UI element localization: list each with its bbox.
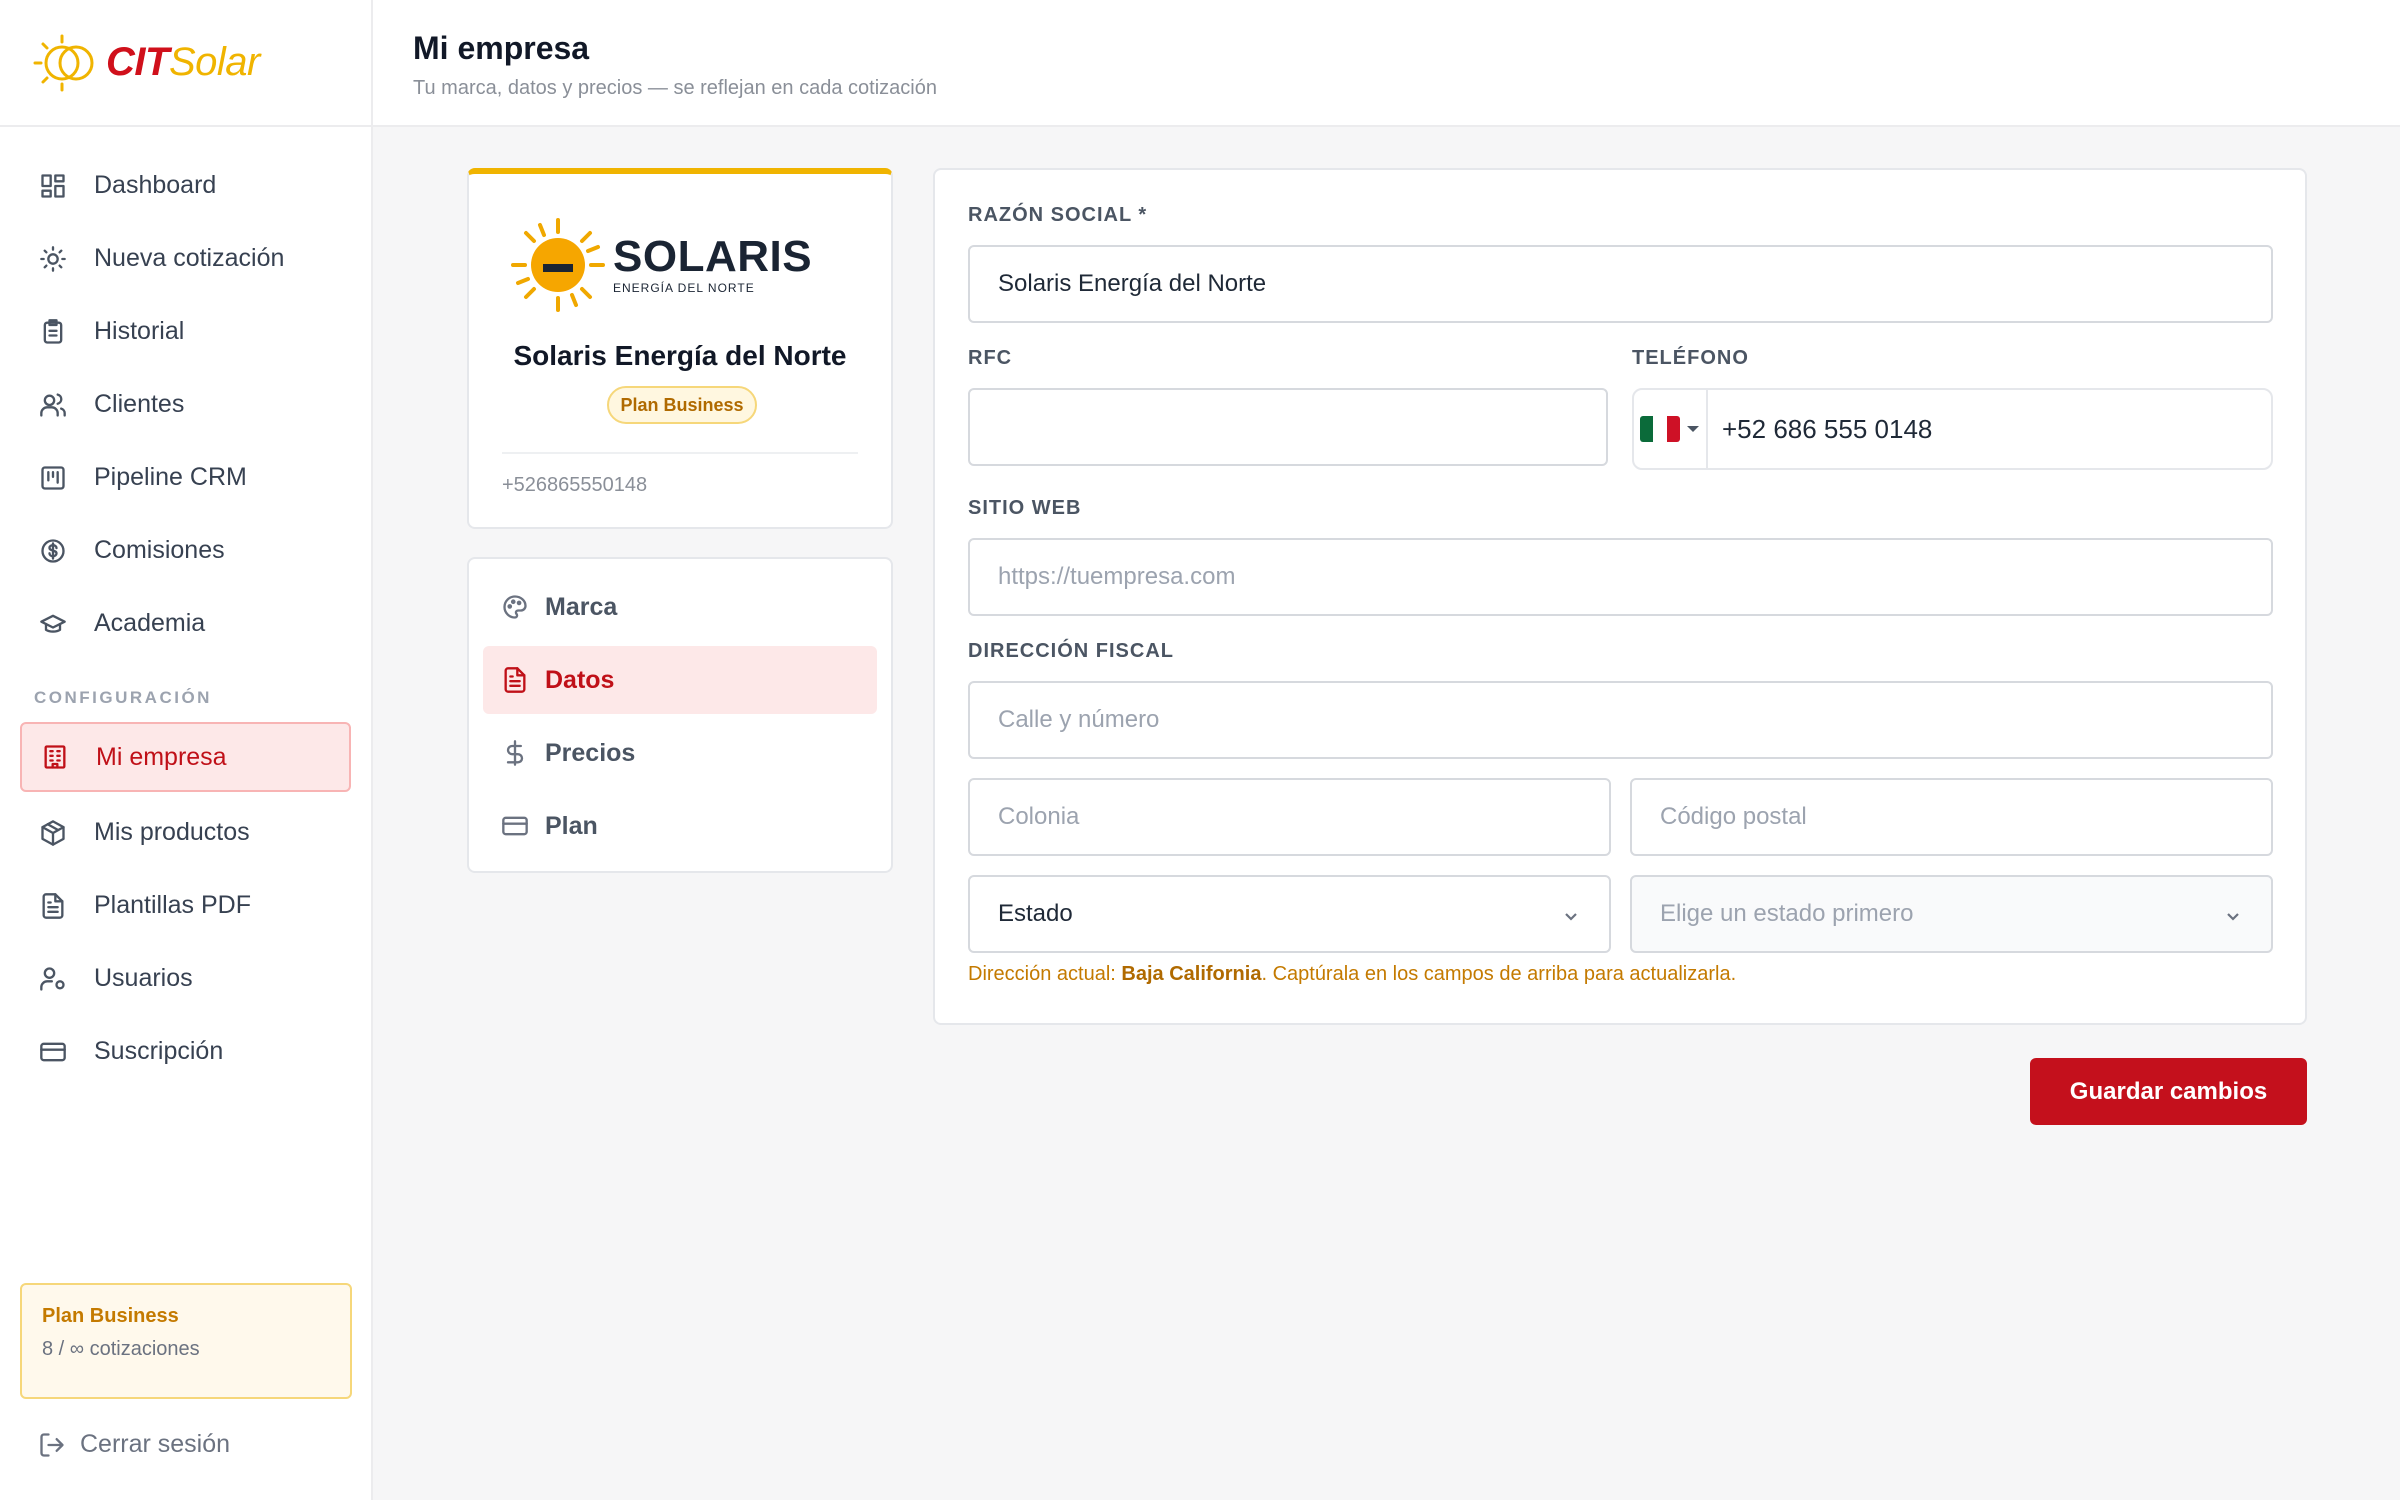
sidebar-item-label: Usuarios	[94, 964, 193, 992]
sidebar-item-label: Mi empresa	[96, 742, 227, 771]
document-icon	[504, 667, 526, 693]
sitio-web-label: SITIO WEB	[968, 497, 1082, 519]
sidebar-item-label: Plantillas PDF	[94, 891, 251, 919]
sidebar-item-comisiones[interactable]: Comisiones	[0, 514, 371, 587]
dollar-icon	[506, 740, 524, 766]
sidebar-item-label: Mis productos	[94, 818, 250, 846]
mexico-flag-icon	[1640, 416, 1680, 442]
current-address-note: Dirección actual: Baja California. Captú…	[968, 963, 1737, 985]
dashboard-icon	[38, 171, 68, 201]
country-selector[interactable]	[1634, 390, 1708, 468]
company-logo[interactable]: SOLARIS ENERGÍA DEL NORTE	[509, 216, 812, 314]
sidebar-item-label: Pipeline CRM	[94, 463, 247, 491]
municipio-select-placeholder: Elige un estado primero	[1660, 900, 1914, 927]
company-profile-card: SOLARIS ENERGÍA DEL NORTE Solaris Energí…	[467, 168, 893, 529]
dollar-circle-icon	[38, 536, 68, 566]
clipboard-icon	[38, 317, 68, 347]
logout-button[interactable]: Cerrar sesión	[38, 1430, 230, 1459]
telefono-label: TELÉFONO	[1632, 347, 1749, 369]
save-button[interactable]: Guardar cambios	[2030, 1058, 2307, 1125]
logout-icon	[40, 1432, 64, 1457]
sidebar-nav: Dashboard Nueva cotización Historial Cli…	[0, 127, 371, 1088]
chevron-down-icon	[1561, 905, 1581, 925]
plan-badge: Plan Business	[607, 386, 757, 424]
plan-summary[interactable]: Plan Business 8 / ∞ cotizaciones	[20, 1283, 352, 1399]
page-header: Mi empresa Tu marca, datos y precios — s…	[373, 0, 2400, 127]
sidebar-item-nueva-cotizacion[interactable]: Nueva cotización	[0, 222, 371, 295]
current-state: Baja California	[1121, 963, 1262, 985]
plan-usage: 8 / ∞ cotizaciones	[42, 1338, 200, 1360]
package-icon	[38, 818, 68, 848]
sidebar-item-suscripcion[interactable]: Suscripción	[0, 1015, 371, 1088]
codigo-postal-input[interactable]: Código postal	[1630, 778, 2273, 856]
solaris-sun-icon	[511, 218, 605, 312]
sidebar-item-pipeline-crm[interactable]: Pipeline CRM	[0, 441, 371, 514]
app-name: CITSolar	[106, 40, 260, 84]
razon-social-input[interactable]: Solaris Energía del Norte	[968, 245, 2273, 323]
sidebar-item-mis-productos[interactable]: Mis productos	[0, 796, 371, 869]
company-data-form: RAZÓN SOCIAL * Solaris Energía del Norte…	[933, 168, 2307, 1025]
sidebar-item-label: Nueva cotización	[94, 244, 285, 272]
logout-label: Cerrar sesión	[80, 1430, 231, 1458]
municipio-select[interactable]: Elige un estado primero	[1630, 875, 2273, 953]
sidebar-item-label: Suscripción	[94, 1037, 224, 1065]
tab-label: Marca	[545, 592, 618, 621]
sidebar-item-usuarios[interactable]: Usuarios	[0, 942, 371, 1015]
estado-select[interactable]: Estado	[968, 875, 1611, 953]
rfc-label: RFC	[968, 347, 1013, 369]
tab-label: Precios	[545, 738, 636, 767]
tab-precios[interactable]: Precios	[483, 719, 877, 787]
tab-label: Datos	[545, 665, 615, 694]
estado-select-value: Estado	[998, 900, 1073, 927]
sidebar-item-historial[interactable]: Historial	[0, 295, 371, 368]
telefono-field: +52 686 555 0148	[1632, 388, 2273, 470]
sidebar-item-label: Clientes	[94, 390, 185, 418]
colonia-input[interactable]: Colonia	[968, 778, 1611, 856]
tab-datos[interactable]: Datos	[483, 646, 877, 714]
direccion-fiscal-label: DIRECCIÓN FISCAL	[968, 640, 1174, 662]
rfc-input[interactable]	[968, 388, 1608, 466]
user-cog-icon	[38, 964, 68, 994]
divider	[502, 452, 858, 454]
card-icon	[502, 816, 528, 836]
company-name: Solaris Energía del Norte	[513, 340, 847, 371]
sun-logo-icon	[33, 34, 94, 91]
sidebar-item-dashboard[interactable]: Dashboard	[0, 149, 371, 222]
tab-label: Plan	[545, 811, 598, 840]
brand-name: SOLARIS	[613, 232, 813, 281]
file-text-icon	[38, 891, 68, 921]
brand-tagline: ENERGÍA DEL NORTE	[613, 281, 755, 295]
sitio-web-input[interactable]: https://tuempresa.com	[968, 538, 2273, 616]
sidebar-item-label: Comisiones	[94, 536, 225, 564]
sidebar-item-plantillas-pdf[interactable]: Plantillas PDF	[0, 869, 371, 942]
users-icon	[38, 390, 68, 420]
tab-marca[interactable]: Marca	[483, 573, 877, 641]
sidebar-item-mi-empresa[interactable]: Mi empresa	[20, 722, 351, 792]
plan-title: Plan Business	[42, 1305, 179, 1327]
sidebar-item-clientes[interactable]: Clientes	[0, 368, 371, 441]
building-icon	[40, 742, 70, 772]
sidebar-item-label: Academia	[94, 609, 206, 637]
credit-card-icon	[38, 1037, 68, 1067]
sidebar: CITSolar Dashboard Nueva cotización Hist…	[0, 0, 373, 1500]
section-label-configuracion: CONFIGURACIÓN	[34, 688, 212, 707]
razon-social-label: RAZÓN SOCIAL *	[968, 204, 1148, 226]
settings-menu: Marca Datos Precios Plan	[467, 557, 893, 873]
caret-down-icon	[1687, 426, 1699, 432]
calle-input[interactable]: Calle y número	[968, 681, 2273, 759]
page-subtitle: Tu marca, datos y precios — se reflejan …	[413, 77, 937, 99]
sun-icon	[38, 244, 68, 274]
sidebar-item-label: Dashboard	[94, 171, 217, 199]
palette-icon	[503, 595, 527, 619]
sidebar-item-academia[interactable]: Academia	[0, 587, 371, 660]
kanban-icon	[38, 463, 68, 493]
page-title: Mi empresa	[413, 30, 590, 66]
sidebar-item-label: Historial	[94, 317, 185, 345]
company-phone: +526865550148	[502, 474, 648, 496]
chevron-down-icon	[2223, 905, 2243, 925]
graduation-cap-icon	[38, 609, 68, 639]
tab-plan[interactable]: Plan	[483, 792, 877, 860]
telefono-input[interactable]: +52 686 555 0148	[1708, 414, 1932, 445]
app-logo[interactable]: CITSolar	[0, 0, 371, 127]
